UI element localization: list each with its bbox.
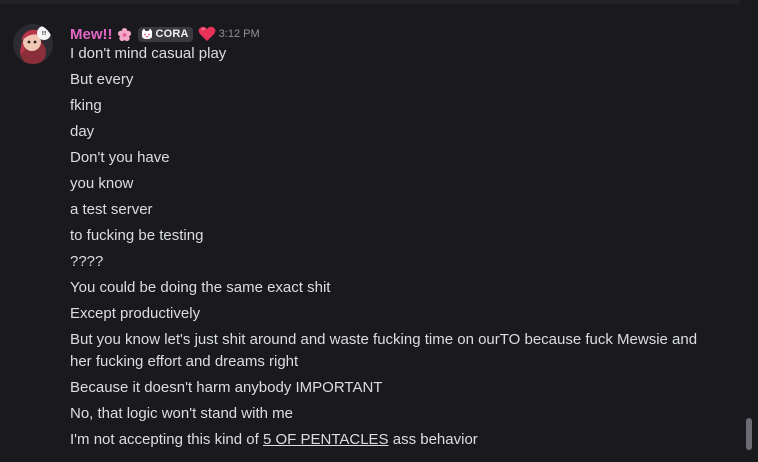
message-line: Don't you have [70,149,170,166]
message-line: day [70,123,95,140]
message-line: Except productively [70,305,201,322]
chat-message: !! Mew!! CORA 3:12 PM I don't mind casua… [0,0,758,462]
last-line-prefix: I'm not accepting this kind of [70,431,263,448]
username[interactable]: Mew!! [70,26,113,43]
server-tag[interactable]: CORA [137,26,193,42]
last-line-suffix: ass behavior [388,431,478,448]
server-tag-label: CORA [155,28,189,40]
svg-text:!!: !! [42,31,47,37]
message-line: ???? [70,253,104,270]
message-line: a test server [70,201,153,218]
cherry-blossom-icon [117,27,132,42]
message-line: you know [70,175,134,192]
message-line: But every [70,71,134,88]
message-header: Mew!! CORA 3:12 PM [70,24,260,44]
message-body: I don't mind casual play But every fking… [70,43,720,455]
anime-avatar-icon: !! [13,24,53,64]
message-line: But you know let's just shit around and … [70,331,698,370]
scrollbar-thumb[interactable] [746,418,752,450]
message-line: No, that logic won't stand with me [70,405,293,422]
heart-emoji-icon [198,26,216,42]
message-timestamp[interactable]: 3:12 PM [219,28,260,40]
message-line: fking [70,97,102,114]
message-line: to fucking be testing [70,227,204,244]
message-line: You could be doing the same exact shit [70,279,331,296]
role-mention-link[interactable]: 5 OF PENTACLES [263,431,389,448]
cat-face-icon [141,28,153,40]
message-line: Because it doesn't harm anybody IMPORTAN… [70,379,383,396]
message-line-last: I'm not accepting this kind of 5 OF PENT… [70,429,720,451]
message-line: I don't mind casual play [70,45,227,62]
user-avatar[interactable]: !! [13,24,53,64]
